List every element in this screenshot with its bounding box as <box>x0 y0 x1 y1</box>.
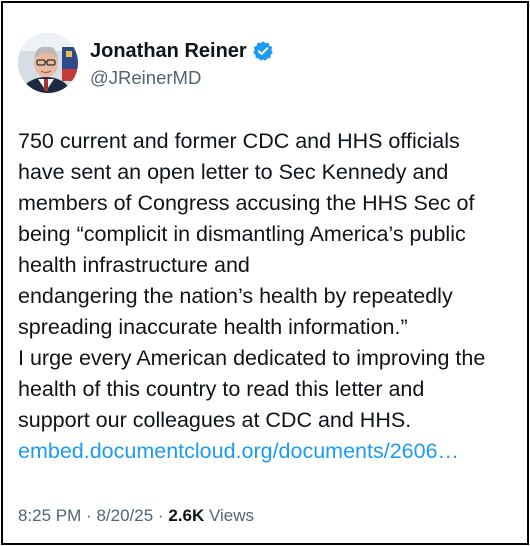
tweet-text-line: support our colleagues at CDC and HHS. <box>18 408 412 432</box>
tweet-date[interactable]: 8/20/25 <box>96 506 153 525</box>
tweet-text-line: spreading inaccurate health information.… <box>18 315 408 339</box>
tweet-text-line: I urge every American dedicated to impro… <box>18 346 486 370</box>
tweet-text-line: 750 current and former CDC and HHS offic… <box>18 129 460 153</box>
author-name[interactable]: Jonathan Reiner <box>90 39 247 63</box>
tweet-text-line: endangering the nation’s health by repea… <box>18 284 453 308</box>
meta-separator: · <box>157 506 164 525</box>
tweet-text-line: health of this country to read this lett… <box>18 377 425 401</box>
tweet-text: 750 current and former CDC and HHS offic… <box>18 126 523 467</box>
tweet-text-line: health infrastructure and <box>18 253 250 277</box>
tweet-time[interactable]: 8:25 PM <box>18 506 81 525</box>
avatar[interactable] <box>18 33 78 93</box>
tweet-card: Jonathan Reiner @JReinerMD 750 current a… <box>1 1 529 545</box>
meta-separator: · <box>86 506 92 525</box>
verified-badge-icon <box>252 40 274 62</box>
tweet-text-line: members of Congress accusing the HHS Sec… <box>18 191 475 215</box>
author-handle[interactable]: @JReinerMD <box>90 67 201 89</box>
tweet-meta: 8:25 PM · 8/20/25 · 2.6K Views <box>18 505 254 527</box>
tweet-text-line: have sent an open letter to Sec Kennedy … <box>18 160 449 184</box>
author-row: Jonathan Reiner <box>90 39 274 63</box>
tweet-text-line: being “complicit in dismantling America’… <box>18 222 466 246</box>
avatar-photo <box>18 33 78 93</box>
views-count: 2.6K <box>168 506 205 525</box>
document-link[interactable]: embed.documentcloud.org/documents/2606… <box>18 436 523 467</box>
views-label: Views <box>208 506 255 525</box>
